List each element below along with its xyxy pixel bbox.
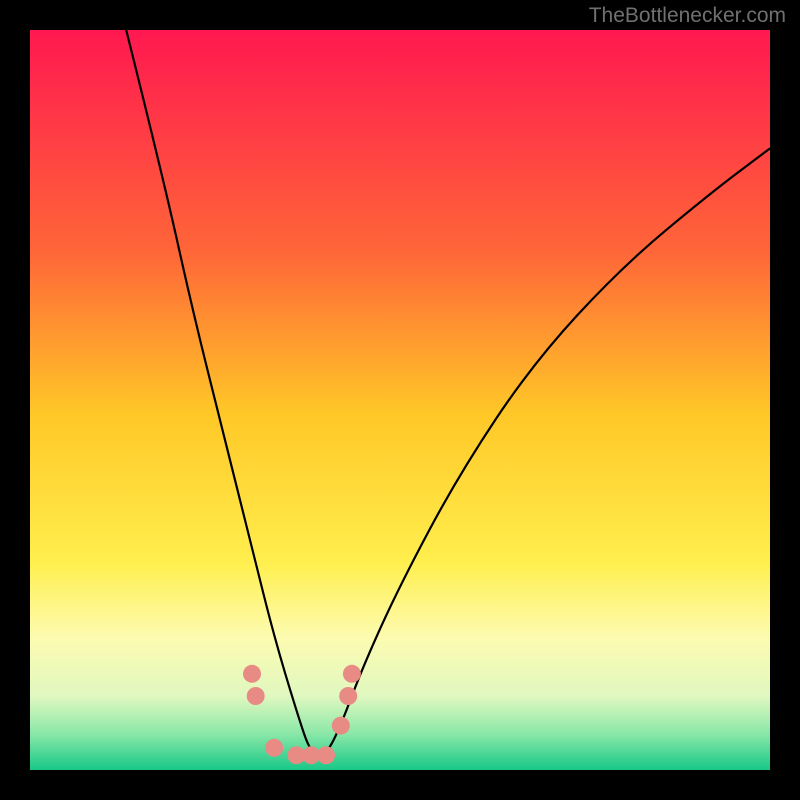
bottleneck-curve <box>126 30 770 755</box>
marker-point <box>343 665 361 683</box>
highlighted-markers <box>243 665 361 764</box>
marker-point <box>243 665 261 683</box>
marker-point <box>265 739 283 757</box>
marker-point <box>247 687 265 705</box>
marker-point <box>339 687 357 705</box>
marker-point <box>317 746 335 764</box>
watermark-text: TheBottlenecker.com <box>589 4 786 28</box>
chart-overlay <box>30 30 770 770</box>
marker-point <box>332 717 350 735</box>
chart-frame <box>30 30 770 770</box>
